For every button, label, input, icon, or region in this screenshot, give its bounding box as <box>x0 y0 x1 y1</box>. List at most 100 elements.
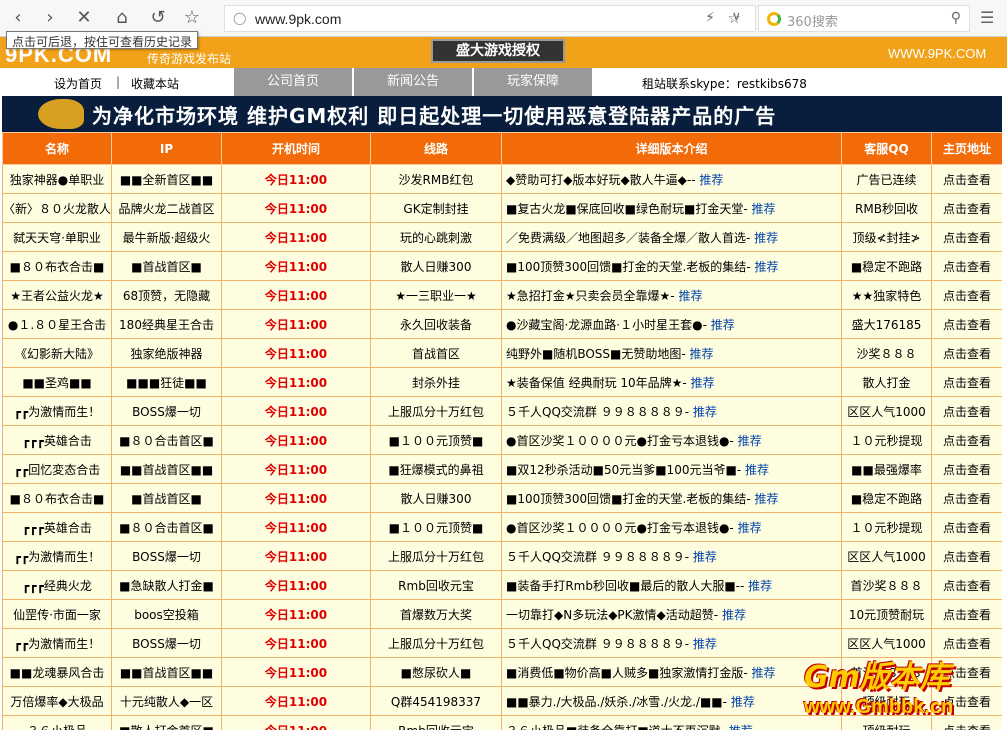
cell-name[interactable]: ■■圣鸡■■ <box>2 367 112 397</box>
cell-homepage[interactable]: 点击查看 <box>931 396 1002 426</box>
cell-line: Q群454198337 <box>370 686 502 716</box>
recommend-link[interactable]: 推荐 <box>691 376 715 390</box>
cell-homepage[interactable]: 点击查看 <box>931 599 1002 629</box>
table-row: ┏┏为激情而生！ BOSS爆一切 今日11:00 上服瓜分十万红包 ５千人QQ交流群 ９… <box>2 541 1002 571</box>
cell-homepage[interactable]: 点击查看 <box>931 425 1002 455</box>
tab-news[interactable]: 新闻公告 <box>354 68 472 96</box>
cell-name[interactable]: ┏┏为激情而生！ <box>2 628 112 658</box>
cell-homepage[interactable]: 点击查看 <box>931 164 1002 194</box>
cell-name[interactable]: 万倍爆率◆大极品 <box>2 686 112 716</box>
cell-line: 上服瓜分十万红包 <box>370 396 502 426</box>
cell-name[interactable]: ┏┏┏英雄合击 <box>2 425 112 455</box>
cell-name[interactable]: ■８０布衣合击■ <box>2 251 112 281</box>
cell-name[interactable]: ┏┏┏英雄合击 <box>2 512 112 542</box>
cell-homepage[interactable]: 点击查看 <box>931 251 1002 281</box>
cell-homepage[interactable]: 点击查看 <box>931 512 1002 542</box>
cell-qq: 盛大176185 <box>841 309 932 339</box>
recommend-link[interactable]: 推荐 <box>699 173 723 187</box>
recommend-link[interactable]: 推荐 <box>754 492 778 506</box>
recommend-link[interactable]: 推荐 <box>711 318 735 332</box>
recommend-link[interactable]: 推荐 <box>693 405 717 419</box>
bookmark-link[interactable]: 收藏本站 <box>131 75 179 92</box>
recommend-link[interactable]: 推荐 <box>738 521 762 535</box>
cell-name[interactable]: ★王者公益火龙★ <box>2 280 112 310</box>
cell-line: 沙发RMB红包 <box>370 164 502 194</box>
cell-qq: 区区人气1000 <box>841 541 932 571</box>
cell-ip: boos空投箱 <box>111 599 222 629</box>
announcement-banner[interactable]: 为净化市场环境 维护GM权利 即日起处理一切使用恶意登陆器产品的广告 <box>2 96 1002 132</box>
cell-line: ■憋尿砍人■ <box>370 657 502 687</box>
cell-homepage[interactable]: 点击查看 <box>931 454 1002 484</box>
set-home-link[interactable]: 设为首页 <box>54 75 102 92</box>
cell-name[interactable]: ■■龙魂暴风合击 <box>2 657 112 687</box>
recommend-link[interactable]: 推荐 <box>722 608 746 622</box>
detail-text: ■100顶赞300回馈■打金的天堂.老板的集结- <box>506 259 751 274</box>
cell-name[interactable]: 〈新〉８０火龙散人 <box>2 193 112 223</box>
cell-ip: ■首战首区■ <box>111 483 222 513</box>
cell-detail: ５千人QQ交流群 ９９８８８８９- 推荐 <box>501 541 842 571</box>
forward-icon[interactable]: › <box>38 6 62 30</box>
recommend-link[interactable]: 推荐 <box>752 202 776 216</box>
recommend-link[interactable]: 推荐 <box>693 637 717 651</box>
cell-homepage[interactable]: 点击查看 <box>931 338 1002 368</box>
cell-name[interactable]: ┏┏回忆変态合击 <box>2 454 112 484</box>
chevron-down-icon[interactable]: ∨ <box>732 9 741 23</box>
stop-icon[interactable]: ✕ <box>72 6 96 30</box>
cell-detail: ■双12秒杀活动■50元当爹■100元当爷■- 推荐 <box>501 454 842 484</box>
cell-homepage[interactable]: 点击查看 <box>931 541 1002 571</box>
recommend-link[interactable]: 推荐 <box>729 724 753 730</box>
home-icon[interactable]: ⌂ <box>110 6 134 30</box>
cell-detail: 纯野外■随机BOSS■无赞助地图- 推荐 <box>501 338 842 368</box>
recommend-link[interactable]: 推荐 <box>754 231 778 245</box>
address-bar[interactable]: ◯ www.9pk.com ⚡ ☆ <box>224 5 756 32</box>
cell-homepage[interactable]: 点击查看 <box>931 570 1002 600</box>
tab-company-home[interactable]: 公司首页 <box>234 68 352 96</box>
menu-icon[interactable]: ☰ <box>980 8 994 27</box>
undo-icon[interactable]: ↺ <box>146 6 170 30</box>
recommend-link[interactable]: 推荐 <box>690 347 714 361</box>
favorite-star-icon[interactable]: ☆ <box>180 6 204 30</box>
recommend-link[interactable]: 推荐 <box>693 550 717 564</box>
cell-ip: 180经典星王合击 <box>111 309 222 339</box>
detail-text: ３６小极品■装备全靠打■道士不再沉默- <box>506 724 725 730</box>
cell-line: ■１００元顶赞■ <box>370 425 502 455</box>
search-box[interactable]: 360搜索 ⚲ <box>758 5 970 32</box>
cell-name[interactable]: ┏┏为激情而生！ <box>2 396 112 426</box>
cell-homepage[interactable]: 点击查看 <box>931 483 1002 513</box>
cell-name[interactable]: 《幻影新大陆》 <box>2 338 112 368</box>
cell-name[interactable]: ●１.８０星王合击 <box>2 309 112 339</box>
recommend-link[interactable]: 推荐 <box>745 463 769 477</box>
recommend-link[interactable]: 推荐 <box>738 434 762 448</box>
url-text[interactable]: www.9pk.com <box>255 11 341 27</box>
cell-ip: ■■首战首区■■ <box>111 454 222 484</box>
table-row: ┏┏┏英雄合击 ■８０合击首区■ 今日11:00 ■１００元顶赞■ ●首区沙奖１００００… <box>2 512 1002 542</box>
cell-name[interactable]: ３６小极品 <box>2 715 112 730</box>
cell-name[interactable]: ┏┏为激情而生！ <box>2 541 112 571</box>
cell-line: 上服瓜分十万红包 <box>370 628 502 658</box>
cell-name[interactable]: 仙罡传·市面一家 <box>2 599 112 629</box>
cell-homepage[interactable]: 点击查看 <box>931 222 1002 252</box>
recommend-link[interactable]: 推荐 <box>748 579 772 593</box>
cell-homepage[interactable]: 点击查看 <box>931 309 1002 339</box>
recommend-link[interactable]: 推荐 <box>752 666 776 680</box>
cell-name[interactable]: 独家神器●单职业 <box>2 164 112 194</box>
cell-name[interactable]: 弑天天穹·单职业 <box>2 222 112 252</box>
cell-qq: ■稳定不跑路 <box>841 251 932 281</box>
cell-open-time: 今日11:00 <box>221 251 371 281</box>
table-row: 独家神器●单职业 ■■全新首区■■ 今日11:00 沙发RMB红包 ◆赞助可打◆版本好玩… <box>2 164 1002 194</box>
back-icon[interactable]: ‹ <box>6 6 30 30</box>
cell-name[interactable]: ┏┏┏经典火龙 <box>2 570 112 600</box>
cell-name[interactable]: ■８０布衣合击■ <box>2 483 112 513</box>
lightning-icon[interactable]: ⚡ <box>705 10 715 26</box>
cell-homepage[interactable]: 点击查看 <box>931 280 1002 310</box>
tab-player-protection[interactable]: 玩家保障 <box>474 68 592 96</box>
detail-text: ５千人QQ交流群 ９９８８８８９- <box>506 636 690 651</box>
cell-homepage[interactable]: 点击查看 <box>931 193 1002 223</box>
cell-homepage[interactable]: 点击查看 <box>931 367 1002 397</box>
cell-detail: ■消费低■物价高■人贼多■独家激情打金版- 推荐 <box>501 657 842 687</box>
cell-line: ■１００元顶赞■ <box>370 512 502 542</box>
search-icon[interactable]: ⚲ <box>951 10 961 26</box>
recommend-link[interactable]: 推荐 <box>731 695 755 709</box>
recommend-link[interactable]: 推荐 <box>678 289 702 303</box>
recommend-link[interactable]: 推荐 <box>754 260 778 274</box>
